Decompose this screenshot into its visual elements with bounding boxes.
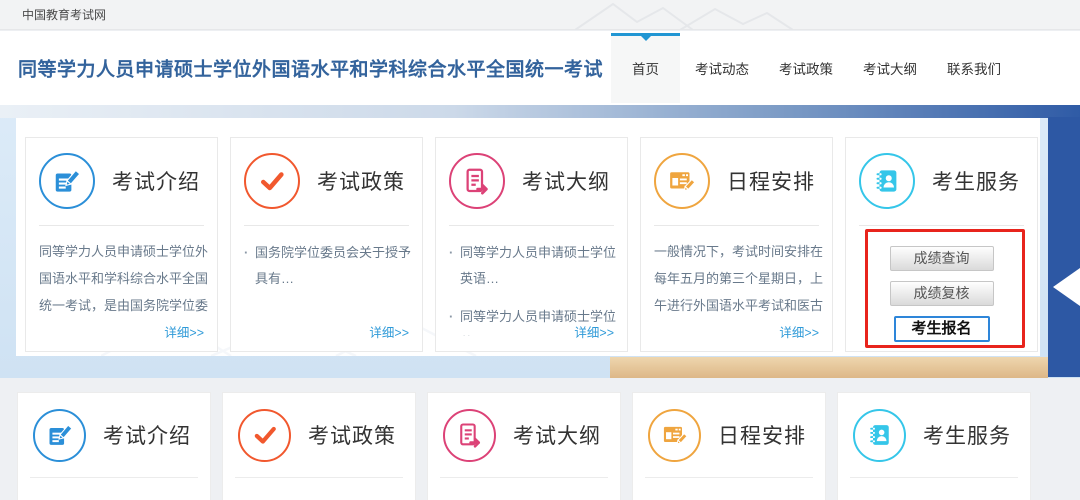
header: 同等学力人员申请硕士学位外国语水平和学科综合水平全国统一考试 首页 考试动态 考… bbox=[0, 31, 1080, 105]
card-exam-policy: 考试政策 国务院学位委员会关于授予具有… 详细>> bbox=[230, 137, 423, 352]
banner-top-gradient bbox=[0, 105, 1080, 118]
divider bbox=[654, 225, 819, 226]
card-header: 日程安排 bbox=[648, 407, 817, 463]
card-title: 考试政策 bbox=[308, 420, 396, 450]
card-header: 考生服务 bbox=[853, 407, 1022, 463]
card-header: 考试政策 bbox=[238, 407, 407, 463]
card-exam-intro: 考试介绍 同等学力人员申请硕士学位外国语水平和学科综合水平全国统一考试，是由国务… bbox=[25, 137, 218, 352]
card-exam-outline: 考试大纲 同等学力人员申请硕士学位英语… 同等学力人员申请硕士学位英语… 详细>… bbox=[435, 137, 628, 352]
calendar-pencil-icon bbox=[648, 409, 701, 462]
score-query-button[interactable]: 成绩查询 bbox=[890, 246, 994, 271]
calendar-pencil-icon bbox=[654, 153, 710, 209]
card-header: 考试介绍 bbox=[39, 151, 209, 211]
divider bbox=[244, 225, 409, 226]
page-title: 同等学力人员申请硕士学位外国语水平和学科综合水平全国统一考试 bbox=[18, 55, 603, 82]
nav-tab-contact-us[interactable]: 联系我们 bbox=[932, 33, 1016, 103]
nav-tab-exam-outline[interactable]: 考试大纲 bbox=[848, 33, 932, 103]
banner-beige-strip bbox=[610, 357, 1048, 378]
nav-tab-label: 考试政策 bbox=[779, 58, 833, 78]
divider bbox=[39, 225, 204, 226]
divider bbox=[645, 477, 813, 478]
divider bbox=[30, 477, 198, 478]
detail-link[interactable]: 详细>> bbox=[164, 322, 204, 341]
nav-tab-home[interactable]: 首页 bbox=[611, 33, 680, 103]
document-arrow-icon bbox=[443, 409, 496, 462]
document-pencil-icon bbox=[33, 409, 86, 462]
active-tab-caret-icon bbox=[641, 36, 651, 46]
divider bbox=[859, 225, 1024, 226]
candidate-register-button[interactable]: 考生报名 bbox=[894, 316, 990, 342]
bottom-card-candidate-services[interactable]: 考生服务 bbox=[837, 392, 1031, 500]
card-title: 考试政策 bbox=[317, 166, 405, 196]
card-title: 考生服务 bbox=[932, 166, 1020, 196]
contact-book-icon bbox=[859, 153, 915, 209]
document-arrow-icon bbox=[449, 153, 505, 209]
contact-book-icon bbox=[853, 409, 906, 462]
nav-tab-exam-news[interactable]: 考试动态 bbox=[680, 33, 764, 103]
card-description: 一般情况下，考试时间安排在每年五月的第三个星期日，上午进行外国语水平考试和医古 bbox=[654, 238, 825, 319]
divider bbox=[440, 477, 608, 478]
detail-link[interactable]: 详细>> bbox=[779, 322, 819, 341]
topbar: 中国教育考试网 bbox=[0, 0, 1080, 30]
card-title: 日程安排 bbox=[727, 166, 815, 196]
bottom-card-exam-outline[interactable]: 考试大纲 bbox=[427, 392, 621, 500]
card-title: 考试大纲 bbox=[522, 166, 610, 196]
bottom-card-exam-intro[interactable]: 考试介绍 bbox=[17, 392, 211, 500]
card-header: 考生服务 bbox=[859, 151, 1029, 211]
banner-blue-ribbon bbox=[1048, 117, 1080, 377]
bullet-item[interactable]: 国务院学位委员会关于授予具有… bbox=[244, 240, 415, 292]
card-title: 考生服务 bbox=[923, 420, 1011, 450]
nav-tab-label: 考试大纲 bbox=[863, 58, 917, 78]
detail-link[interactable]: 详细>> bbox=[574, 322, 614, 341]
card-description: 同等学力人员申请硕士学位外国语水平和学科综合水平全国统一考试，是由国务院学位委 bbox=[39, 238, 210, 319]
checkmark-icon bbox=[244, 153, 300, 209]
card-schedule: 日程安排 一般情况下，考试时间安排在每年五月的第三个星期日，上午进行外国语水平考… bbox=[640, 137, 833, 352]
service-buttons: 成绩查询 成绩复核 考生报名 bbox=[846, 246, 1037, 342]
card-header: 考试政策 bbox=[244, 151, 414, 211]
nav-tab-label: 首页 bbox=[632, 58, 659, 78]
card-header: 考试大纲 bbox=[449, 151, 619, 211]
score-review-button[interactable]: 成绩复核 bbox=[890, 281, 994, 306]
main-nav: 首页 考试动态 考试政策 考试大纲 联系我们 bbox=[611, 33, 1016, 103]
card-bullet-list: 国务院学位委员会关于授予具有… bbox=[244, 240, 415, 292]
mountain-watermark-icon bbox=[575, 0, 805, 30]
nav-tab-label: 联系我们 bbox=[947, 58, 1001, 78]
bottom-card-exam-policy[interactable]: 考试政策 bbox=[222, 392, 416, 500]
site-name: 中国教育考试网 bbox=[22, 0, 106, 30]
card-title: 考试介绍 bbox=[103, 420, 191, 450]
banner-chevron-icon bbox=[1053, 268, 1080, 306]
divider bbox=[449, 225, 614, 226]
card-title: 考试介绍 bbox=[112, 166, 200, 196]
nav-tab-exam-policy[interactable]: 考试政策 bbox=[764, 33, 848, 103]
page: 中国教育考试网 同等学力人员申请硕士学位外国语水平和学科综合水平全国统一考试 首… bbox=[0, 0, 1080, 500]
card-title: 考试大纲 bbox=[513, 420, 601, 450]
bullet-item[interactable]: 同等学力人员申请硕士学位英语… bbox=[449, 240, 620, 292]
main-panel: 考试介绍 同等学力人员申请硕士学位外国语水平和学科综合水平全国统一考试，是由国务… bbox=[16, 118, 1040, 356]
divider bbox=[235, 477, 403, 478]
detail-link[interactable]: 详细>> bbox=[369, 322, 409, 341]
document-pencil-icon bbox=[39, 153, 95, 209]
checkmark-icon bbox=[238, 409, 291, 462]
card-candidate-services: 考生服务 成绩查询 成绩复核 考生报名 bbox=[845, 137, 1038, 352]
card-header: 考试大纲 bbox=[443, 407, 612, 463]
nav-tab-label: 考试动态 bbox=[695, 58, 749, 78]
bottom-card-schedule[interactable]: 日程安排 bbox=[632, 392, 826, 500]
card-header: 日程安排 bbox=[654, 151, 824, 211]
card-title: 日程安排 bbox=[718, 420, 806, 450]
divider bbox=[850, 477, 1018, 478]
card-header: 考试介绍 bbox=[33, 407, 202, 463]
